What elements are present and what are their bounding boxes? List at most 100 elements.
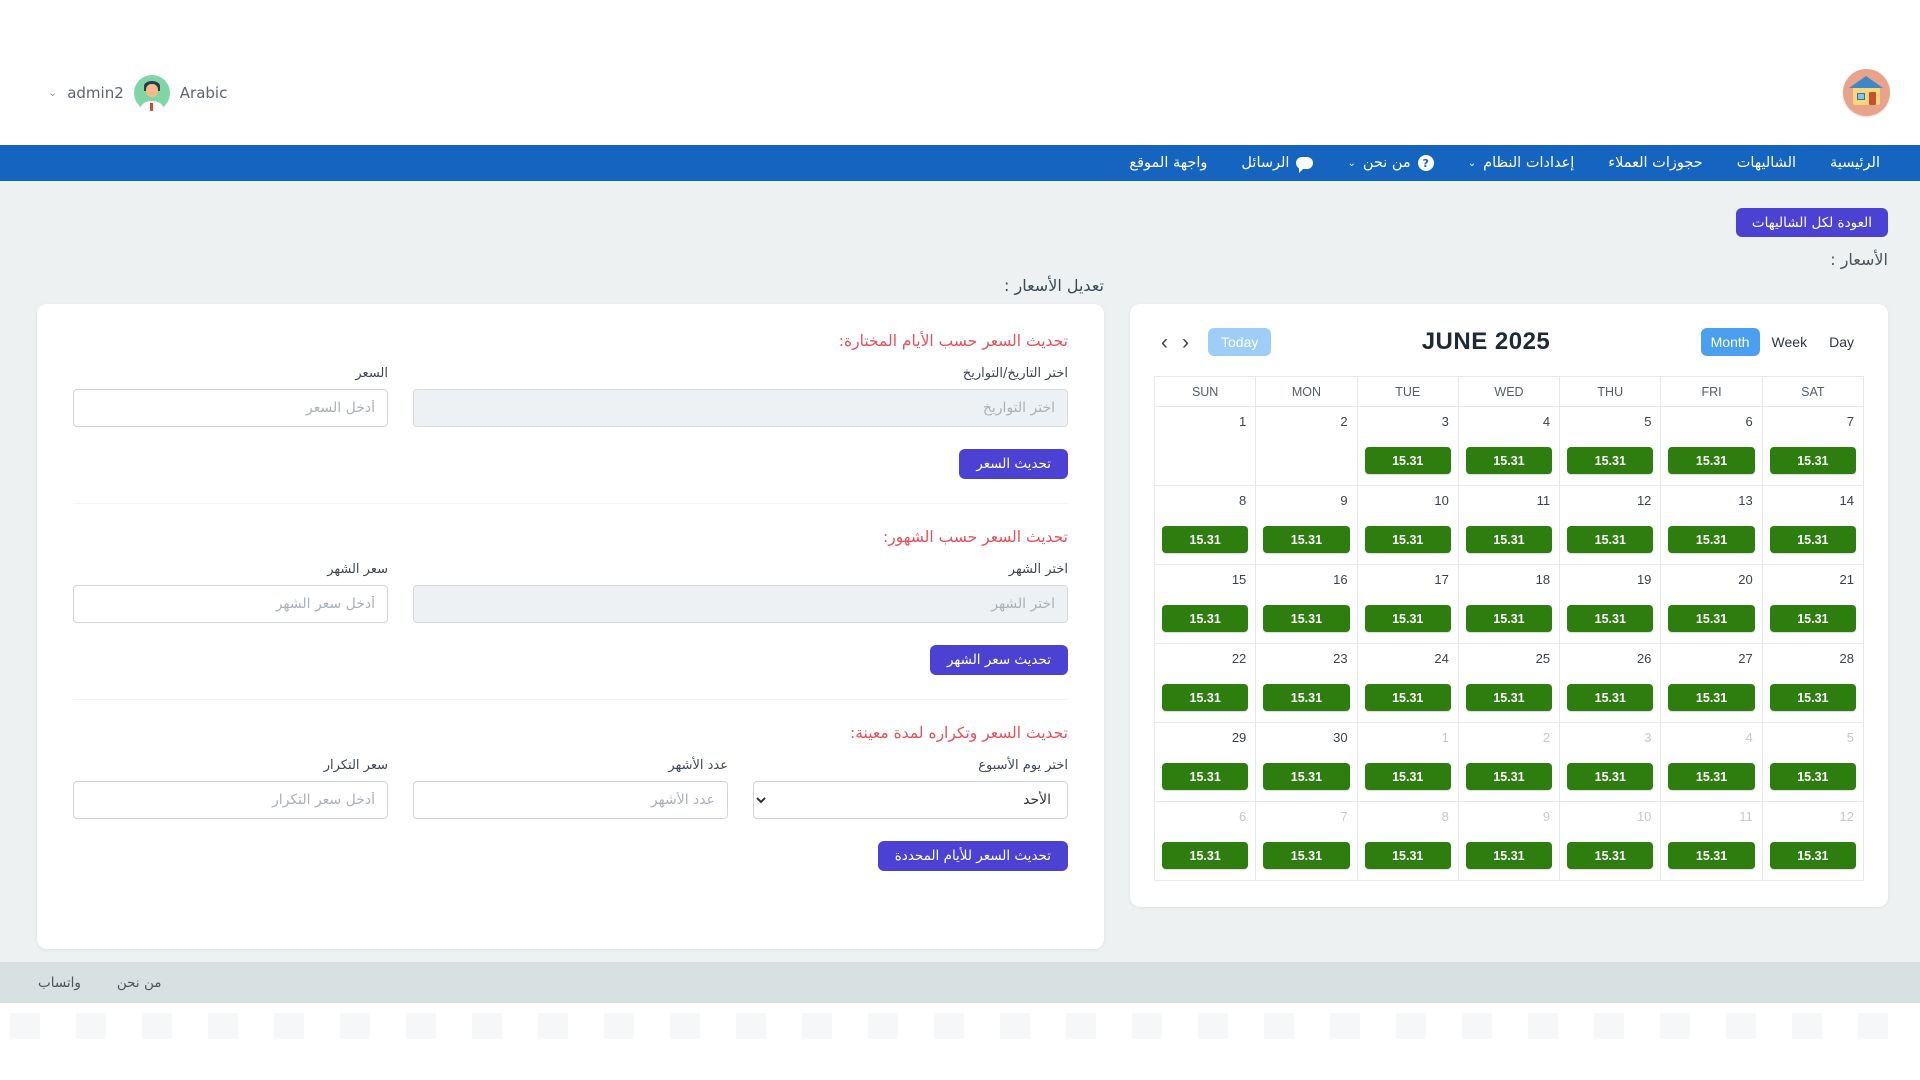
- calendar-day-cell[interactable]: 1215.31: [1560, 486, 1661, 565]
- view-button-week[interactable]: Week: [1762, 328, 1818, 356]
- price-badge[interactable]: 15.31: [1567, 842, 1653, 869]
- calendar-day-cell[interactable]: 1615.31: [1256, 565, 1357, 644]
- calendar-day-cell[interactable]: 715.31: [1763, 407, 1864, 486]
- price-badge[interactable]: 15.31: [1162, 526, 1248, 553]
- price-badge[interactable]: 15.31: [1263, 605, 1349, 632]
- price-badge[interactable]: 15.31: [1668, 842, 1754, 869]
- calendar-prev-button[interactable]: ‹: [1154, 332, 1175, 353]
- price-badge[interactable]: 15.31: [1365, 684, 1451, 711]
- calendar-day-cell[interactable]: 915.31: [1459, 802, 1560, 881]
- price-badge[interactable]: 15.31: [1770, 605, 1856, 632]
- nav-item-site-interface[interactable]: واجهة الموقع: [1129, 155, 1207, 171]
- view-button-month[interactable]: Month: [1701, 328, 1760, 356]
- calendar-day-cell[interactable]: 2615.31: [1560, 644, 1661, 723]
- calendar-day-cell[interactable]: 1515.31: [1155, 565, 1256, 644]
- calendar-day-cell[interactable]: 615.31: [1661, 407, 1762, 486]
- price-badge[interactable]: 15.31: [1162, 684, 1248, 711]
- calendar-day-cell[interactable]: 2215.31: [1155, 644, 1256, 723]
- price-input[interactable]: [73, 389, 388, 427]
- price-badge[interactable]: 15.31: [1567, 763, 1653, 790]
- price-badge[interactable]: 15.31: [1466, 447, 1552, 474]
- price-badge[interactable]: 15.31: [1567, 684, 1653, 711]
- nav-item-about-us[interactable]: ?من نحن⌄: [1347, 155, 1433, 171]
- price-badge[interactable]: 15.31: [1668, 605, 1754, 632]
- calendar-day-cell[interactable]: 515.31: [1763, 723, 1864, 802]
- nav-item-home[interactable]: الرئيسية: [1830, 155, 1880, 171]
- months-count-input[interactable]: [413, 781, 728, 819]
- price-badge[interactable]: 15.31: [1263, 842, 1349, 869]
- calendar-day-cell[interactable]: 2415.31: [1358, 644, 1459, 723]
- calendar-day-cell[interactable]: 2115.31: [1763, 565, 1864, 644]
- dates-input[interactable]: [413, 389, 1068, 427]
- language-label[interactable]: Arabic: [180, 84, 228, 102]
- price-badge[interactable]: 15.31: [1668, 447, 1754, 474]
- calendar-next-button[interactable]: ›: [1175, 332, 1196, 353]
- price-badge[interactable]: 15.31: [1770, 684, 1856, 711]
- price-badge[interactable]: 15.31: [1263, 684, 1349, 711]
- calendar-day-cell[interactable]: 415.31: [1459, 407, 1560, 486]
- calendar-day-cell[interactable]: 2815.31: [1763, 644, 1864, 723]
- calendar-day-cell[interactable]: 2: [1256, 407, 1357, 486]
- calendar-day-cell[interactable]: 1315.31: [1661, 486, 1762, 565]
- nav-item-customer-bookings[interactable]: حجوزات العملاء: [1608, 155, 1702, 171]
- calendar-day-cell[interactable]: 3015.31: [1256, 723, 1357, 802]
- price-badge[interactable]: 15.31: [1162, 842, 1248, 869]
- calendar-day-cell[interactable]: 1415.31: [1763, 486, 1864, 565]
- calendar-day-cell[interactable]: 1215.31: [1763, 802, 1864, 881]
- calendar-day-cell[interactable]: 615.31: [1155, 802, 1256, 881]
- weekday-select[interactable]: الأحد: [753, 781, 1068, 819]
- footer-link-whatsapp[interactable]: واتساب: [38, 975, 81, 991]
- calendar-day-cell[interactable]: 1715.31: [1358, 565, 1459, 644]
- price-badge[interactable]: 15.31: [1567, 447, 1653, 474]
- update-selected-days-button[interactable]: تحديث السعر للأيام المحددة: [878, 841, 1068, 871]
- price-badge[interactable]: 15.31: [1162, 763, 1248, 790]
- calendar-day-cell[interactable]: 1915.31: [1560, 565, 1661, 644]
- recurring-price-input[interactable]: [73, 781, 388, 819]
- footer-link-about-us[interactable]: من نحن: [117, 975, 162, 991]
- update-month-price-button[interactable]: تحديث سعر الشهر: [930, 645, 1068, 675]
- calendar-day-cell[interactable]: 815.31: [1358, 802, 1459, 881]
- price-badge[interactable]: 15.31: [1770, 447, 1856, 474]
- nav-item-system-settings[interactable]: إعدادات النظام⌄: [1468, 155, 1575, 171]
- today-button[interactable]: Today: [1208, 328, 1271, 356]
- price-badge[interactable]: 15.31: [1365, 447, 1451, 474]
- view-button-day[interactable]: Day: [1819, 328, 1864, 356]
- chevron-down-icon[interactable]: ⌄: [48, 86, 57, 99]
- price-badge[interactable]: 15.31: [1365, 605, 1451, 632]
- update-price-button[interactable]: تحديث السعر: [959, 449, 1068, 479]
- price-badge[interactable]: 15.31: [1162, 605, 1248, 632]
- calendar-day-cell[interactable]: 2315.31: [1256, 644, 1357, 723]
- calendar-day-cell[interactable]: 1115.31: [1459, 486, 1560, 565]
- site-logo[interactable]: [1843, 69, 1890, 116]
- price-badge[interactable]: 15.31: [1668, 526, 1754, 553]
- price-badge[interactable]: 15.31: [1668, 684, 1754, 711]
- price-badge[interactable]: 15.31: [1770, 842, 1856, 869]
- nav-item-messages[interactable]: الرسائل: [1241, 155, 1313, 171]
- price-badge[interactable]: 15.31: [1466, 763, 1552, 790]
- price-badge[interactable]: 15.31: [1263, 763, 1349, 790]
- calendar-day-cell[interactable]: 1115.31: [1661, 802, 1762, 881]
- calendar-day-cell[interactable]: 715.31: [1256, 802, 1357, 881]
- calendar-day-cell[interactable]: 215.31: [1459, 723, 1560, 802]
- calendar-day-cell[interactable]: 1: [1155, 407, 1256, 486]
- month-price-input[interactable]: [73, 585, 388, 623]
- calendar-day-cell[interactable]: 315.31: [1560, 723, 1661, 802]
- calendar-day-cell[interactable]: 815.31: [1155, 486, 1256, 565]
- calendar-day-cell[interactable]: 2515.31: [1459, 644, 1560, 723]
- user-avatar[interactable]: [134, 75, 170, 111]
- price-badge[interactable]: 15.31: [1567, 605, 1653, 632]
- calendar-day-cell[interactable]: 1015.31: [1358, 486, 1459, 565]
- calendar-day-cell[interactable]: 315.31: [1358, 407, 1459, 486]
- price-badge[interactable]: 15.31: [1466, 684, 1552, 711]
- calendar-day-cell[interactable]: 1815.31: [1459, 565, 1560, 644]
- back-to-chalets-button[interactable]: العودة لكل الشاليهات: [1736, 208, 1888, 237]
- price-badge[interactable]: 15.31: [1263, 526, 1349, 553]
- price-badge[interactable]: 15.31: [1365, 842, 1451, 869]
- calendar-day-cell[interactable]: 2715.31: [1661, 644, 1762, 723]
- month-input[interactable]: [413, 585, 1068, 623]
- price-badge[interactable]: 15.31: [1466, 526, 1552, 553]
- nav-item-chalets[interactable]: الشاليهات: [1737, 155, 1796, 171]
- calendar-day-cell[interactable]: 115.31: [1358, 723, 1459, 802]
- price-badge[interactable]: 15.31: [1466, 842, 1552, 869]
- price-badge[interactable]: 15.31: [1770, 526, 1856, 553]
